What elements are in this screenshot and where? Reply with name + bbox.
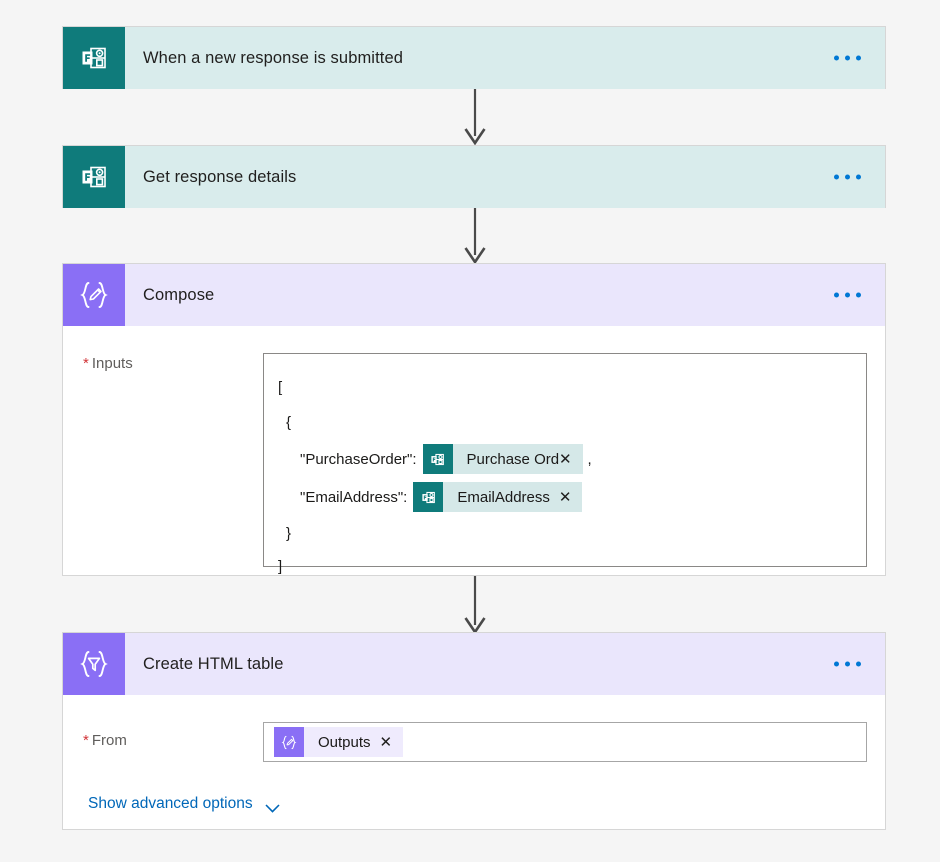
from-input-field[interactable]: Outputs ✕: [263, 722, 867, 762]
card-header-compose[interactable]: Compose: [63, 264, 885, 326]
code-line-email-address: "EmailAddress": EmailAddress ✕: [278, 478, 852, 516]
json-comma: ,: [587, 450, 592, 468]
close-icon[interactable]: ✕: [380, 735, 404, 750]
card-title-compose: Compose: [143, 285, 215, 304]
code-line: {: [286, 414, 292, 431]
code-line: }: [286, 525, 292, 542]
token-label: Purchase Orde...: [466, 450, 559, 468]
field-label-from: * From: [83, 732, 127, 749]
chevron-down-icon: [265, 800, 280, 813]
card-title-trigger: When a new response is submitted: [143, 48, 403, 67]
json-key-emailaddress: "EmailAddress":: [300, 488, 408, 506]
card-body-create-html-table: * From Outputs ✕ Show advanced options: [63, 695, 885, 813]
field-row-inputs: * Inputs [ { "PurchaseOrder": Purchase O…: [63, 326, 885, 575]
ellipsis-icon[interactable]: [830, 50, 865, 67]
compose-icon: [63, 264, 125, 326]
inputs-code-editor[interactable]: [ { "PurchaseOrder": Purchase Ord ✕ , "E…: [263, 353, 867, 575]
flow-step-card-trigger[interactable]: When a new response is submitted: [62, 26, 886, 89]
flow-designer-canvas: When a new response is submitted Get res…: [0, 0, 940, 862]
dynamic-token-email-address[interactable]: EmailAddress ✕: [413, 482, 583, 512]
ellipsis-icon[interactable]: [830, 169, 865, 186]
compose-icon: [274, 727, 304, 757]
connector-arrow-3: [462, 576, 488, 635]
connector-arrow-2: [462, 208, 488, 266]
card-title-get-response-details: Get response details: [143, 167, 297, 186]
field-label-inputs: * Inputs: [83, 355, 133, 372]
json-key-purchaseorder: "PurchaseOrder":: [300, 450, 417, 468]
advanced-options-row: Show advanced options: [63, 762, 885, 813]
microsoft-forms-icon: [63, 146, 125, 208]
required-marker: *: [83, 355, 89, 372]
code-line: [: [278, 379, 283, 396]
token-label: Outputs: [318, 733, 371, 751]
card-title-create-html-table: Create HTML table: [143, 654, 284, 673]
microsoft-forms-icon: [422, 444, 453, 474]
ellipsis-icon[interactable]: [830, 656, 865, 673]
microsoft-forms-icon: [63, 27, 125, 89]
create-html-table-icon: [63, 633, 125, 695]
ellipsis-icon[interactable]: [830, 287, 865, 304]
flow-step-card-compose[interactable]: Compose * Inputs [ {"PurchaseOrder": Pu…: [62, 263, 886, 576]
close-icon[interactable]: ✕: [559, 452, 583, 467]
card-header-get-response-details[interactable]: Get response details: [63, 146, 885, 208]
microsoft-forms-icon: [413, 482, 444, 512]
token-label: EmailAddress: [457, 488, 550, 506]
card-header-create-html-table[interactable]: Create HTML table: [63, 633, 885, 695]
card-header-trigger[interactable]: When a new response is submitted: [63, 27, 885, 89]
dynamic-token-purchase-order[interactable]: Purchase Orde... ✕: [422, 444, 583, 474]
flow-step-card-create-html-table[interactable]: Create HTML table * From Outputs ✕ Show …: [62, 632, 886, 830]
required-marker: *: [83, 732, 89, 749]
show-advanced-options-link[interactable]: Show advanced options: [88, 795, 280, 813]
field-row-from: * From Outputs ✕: [63, 695, 885, 762]
flow-step-card-get-response-details[interactable]: Get response details: [62, 145, 886, 208]
connector-arrow-1: [462, 89, 488, 147]
card-body-compose: * Inputs [ { "PurchaseOrder": Purchase O…: [63, 326, 885, 575]
show-advanced-options-label: Show advanced options: [88, 795, 253, 812]
close-icon[interactable]: ✕: [559, 490, 583, 505]
dynamic-token-outputs[interactable]: Outputs ✕: [274, 727, 404, 757]
code-line-purchase-order: "PurchaseOrder": Purchase Ord ✕ ,: [278, 440, 852, 478]
code-line: ]: [278, 557, 283, 575]
